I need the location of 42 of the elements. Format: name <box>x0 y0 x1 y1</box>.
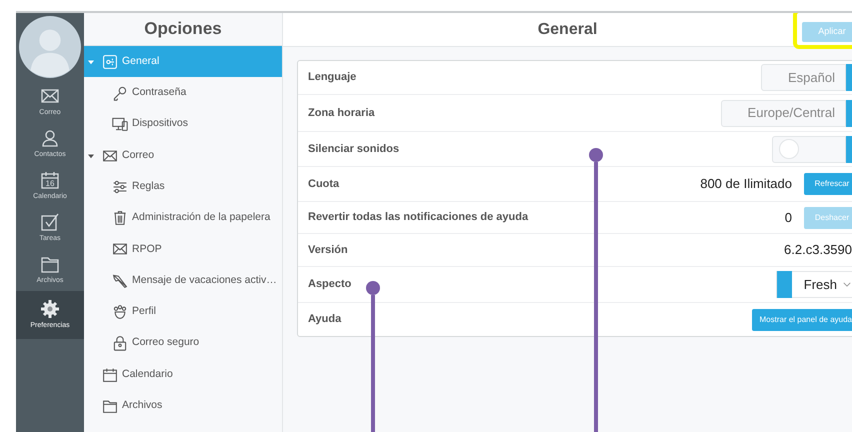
devices-icon <box>112 116 128 132</box>
tree-item[interactable]: Archivos <box>84 390 282 422</box>
setting-value: 6.2.c3.3590 <box>784 241 852 260</box>
avatar-icon <box>19 16 81 78</box>
tree-item[interactable]: RPOP <box>84 234 282 266</box>
setting-label: Cuota <box>308 176 340 192</box>
setting-label: Zona horaria <box>308 106 376 121</box>
envelope-icon <box>102 148 118 164</box>
caret-icon <box>88 58 94 65</box>
setting-value: 0 <box>784 208 792 227</box>
trash-icon <box>112 210 128 226</box>
chevron-down-icon <box>843 282 851 287</box>
settings-icon <box>40 298 60 319</box>
tree-item[interactable]: Dispositivos <box>84 108 282 140</box>
envelope-icon <box>112 241 128 258</box>
folder-icon <box>102 398 118 414</box>
tree-item[interactable]: Perfil <box>84 296 282 328</box>
calendar-icon <box>102 366 118 383</box>
page-title: General <box>538 20 598 40</box>
key-icon <box>112 84 128 101</box>
setting-value: 800 de Ilimitado <box>700 175 792 194</box>
tree-item[interactable]: Mensaje de vacaciones activ… <box>84 265 282 296</box>
setting-label: Ayuda <box>308 312 342 328</box>
tree-item[interactable]: Administración de la papelera <box>84 202 282 234</box>
setting-label: Silenciar sonidos <box>308 142 400 157</box>
tree-item[interactable]: Correo seguro <box>84 328 282 359</box>
person-icon <box>40 128 60 148</box>
tree-item[interactable]: Calendario <box>84 358 282 390</box>
checkbox-icon <box>40 212 60 232</box>
tree-item[interactable]: Reglas <box>84 171 282 202</box>
tree-item[interactable]: Contraseña <box>84 77 282 109</box>
setting-label: Lenguaje <box>308 70 358 86</box>
setting-label: Revertir todas las notificaciones de ayuda <box>308 210 530 226</box>
setting-label: Versión <box>308 242 349 258</box>
sliders-icon <box>102 54 118 70</box>
theme-dropdown[interactable]: Fresh <box>776 271 852 298</box>
sliders-icon <box>112 178 128 195</box>
setting-label: Aspecto <box>308 277 352 292</box>
lock-icon <box>112 335 128 352</box>
tree-item[interactable]: Correo <box>84 140 282 172</box>
caret-icon <box>88 152 94 159</box>
toggle-switch[interactable] <box>772 136 846 162</box>
